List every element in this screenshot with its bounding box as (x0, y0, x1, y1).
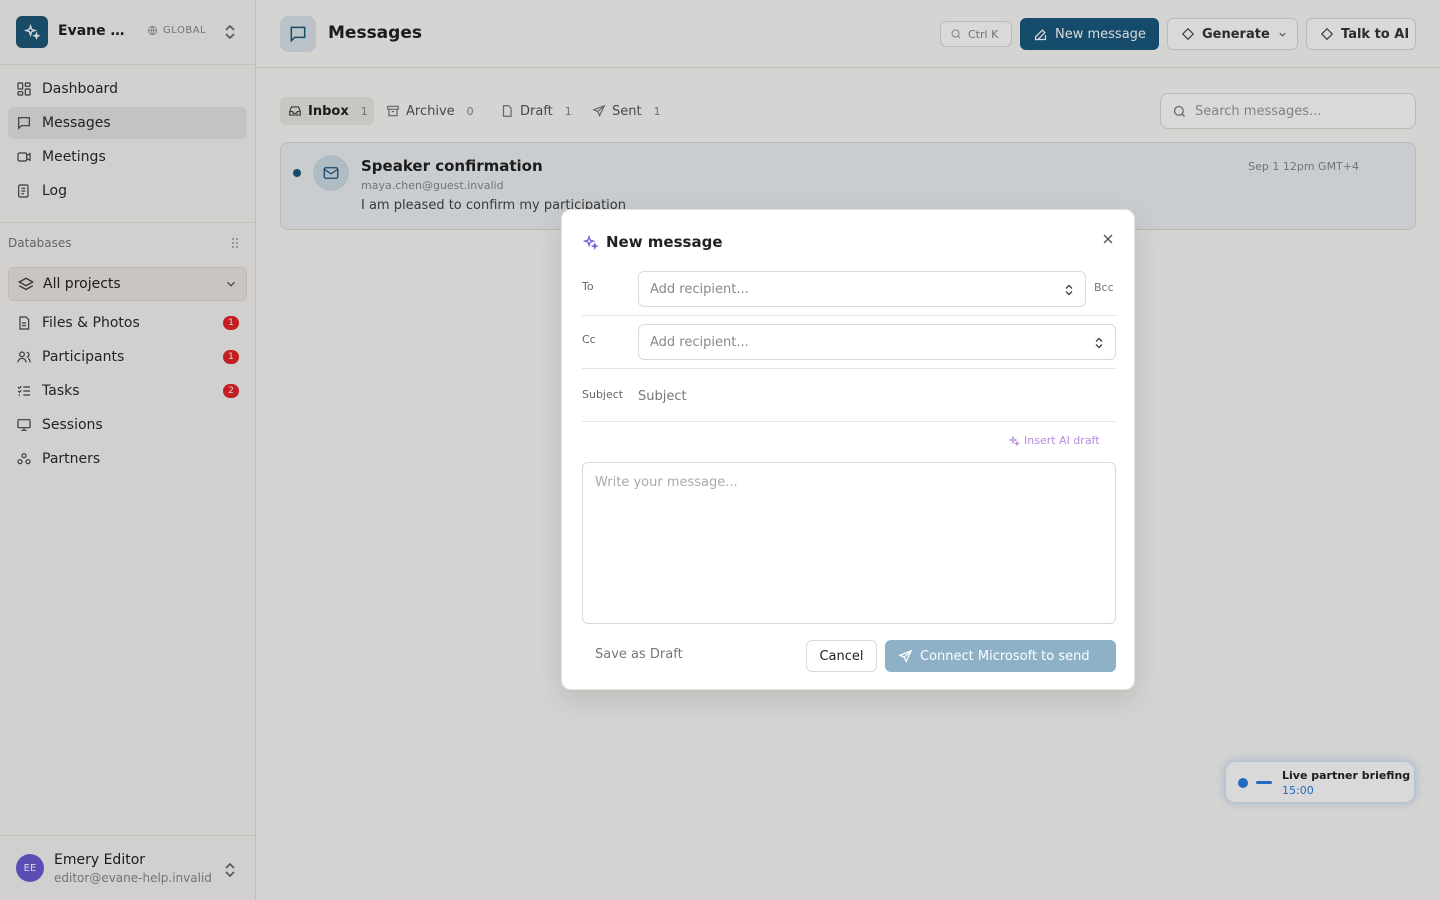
to-label: To (582, 280, 594, 293)
bcc-toggle[interactable]: Bcc (1094, 281, 1114, 294)
new-message-dialog: New message To Add recipient... Bcc Cc A… (561, 209, 1135, 690)
dialog-title: New message (606, 233, 723, 251)
close-icon[interactable] (1100, 231, 1116, 247)
cancel-button[interactable]: Cancel (806, 640, 877, 672)
subject-input[interactable] (638, 386, 1108, 406)
connect-microsoft-button[interactable]: Connect Microsoft to send (885, 640, 1116, 672)
divider (582, 368, 1116, 369)
chevron-up-down-icon (1095, 337, 1103, 349)
message-body-input[interactable] (582, 462, 1116, 624)
divider (582, 315, 1116, 316)
chevron-up-down-icon (1065, 284, 1073, 296)
subject-label: Subject (582, 388, 624, 401)
sparkles-icon (1008, 434, 1020, 446)
to-recipient-select[interactable]: Add recipient... (638, 271, 1086, 307)
insert-ai-draft-button[interactable]: Insert AI draft (1008, 434, 1100, 447)
send-icon (898, 649, 913, 663)
sparkles-icon (582, 234, 599, 251)
cc-recipient-select[interactable]: Add recipient... (638, 324, 1116, 360)
save-as-draft-button[interactable]: Save as Draft (595, 647, 683, 662)
cc-label: Cc (582, 333, 596, 346)
divider (582, 421, 1116, 422)
